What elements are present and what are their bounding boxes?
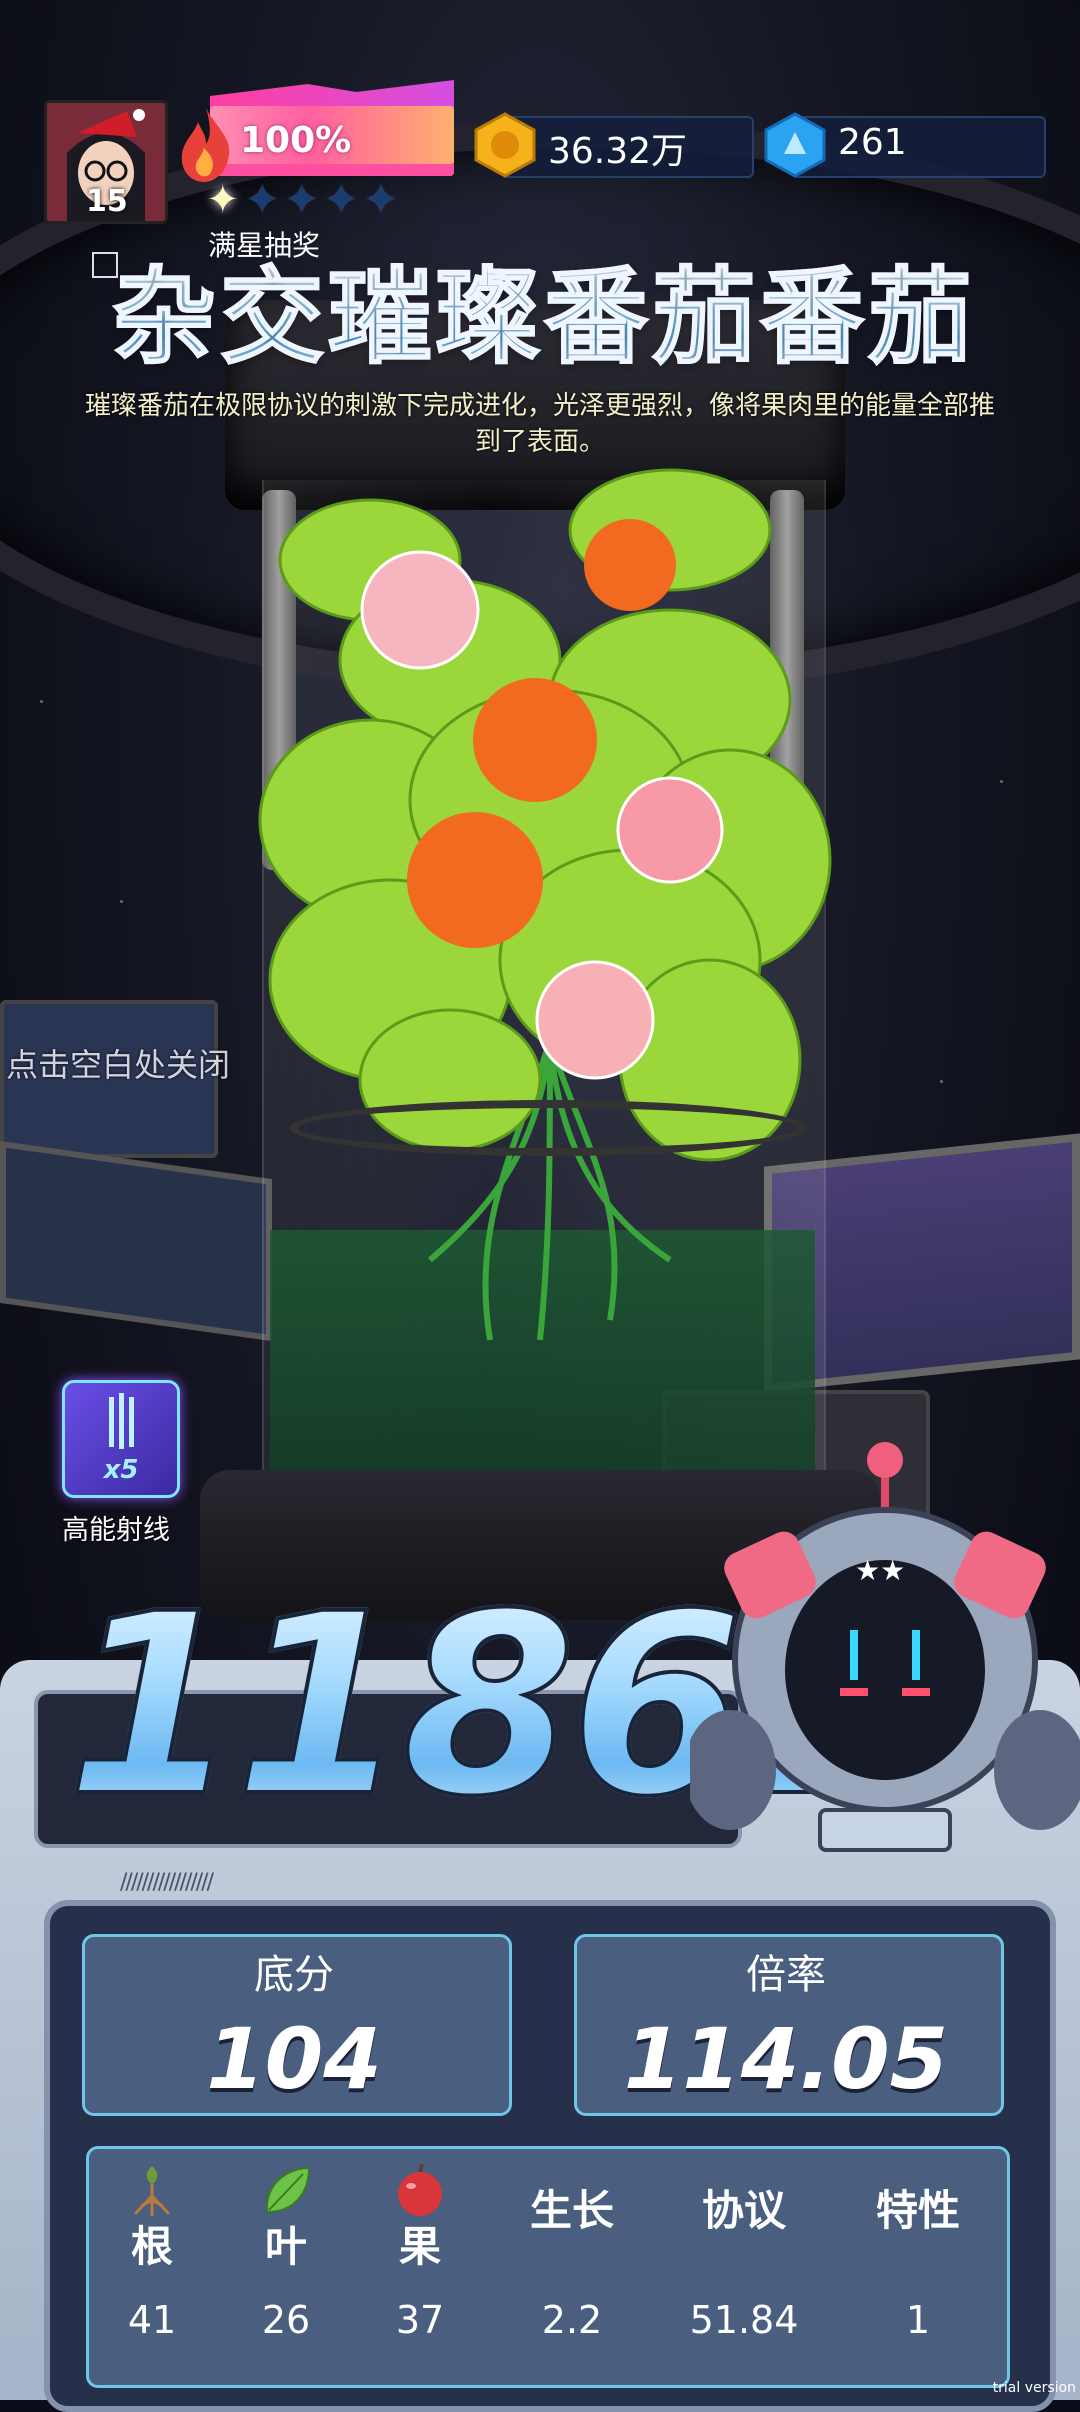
multiplier-value: 114.05 — [623, 2010, 949, 2108]
bg-star — [940, 1080, 943, 1083]
bg-star — [120, 900, 123, 903]
svg-text:★★: ★★ — [855, 1554, 905, 1587]
left-console-screen — [0, 1140, 272, 1342]
laser-icon — [109, 1393, 134, 1449]
attribute-trait: 特性 — [858, 2184, 978, 2238]
fire-icon — [181, 108, 230, 182]
gold-amount: 36.32万 — [548, 131, 688, 172]
attribute-fruit: 果 — [360, 2160, 480, 2274]
attribute-value: 1 — [905, 2298, 931, 2342]
attribute-label: 果 — [398, 2222, 441, 2271]
leaf-icon — [265, 2166, 311, 2214]
star-icon-filled: ✦ — [206, 177, 240, 223]
attribute-value: 2.2 — [541, 2298, 603, 2342]
robot-mascot-icon: ★★ — [690, 1442, 1080, 1852]
attribute-label: 协议 — [701, 2186, 786, 2235]
attribute-label: 叶 — [264, 2222, 307, 2271]
fruit-icon — [398, 2163, 442, 2216]
multiplier-label: 倍率 — [746, 1952, 826, 1998]
panel-stripes: ///////////////// — [120, 1870, 214, 1895]
skill-label: 高能射线 — [62, 1515, 170, 1546]
star-icon-empty: ✦ — [245, 177, 280, 223]
attribute-label: 根 — [130, 2222, 173, 2271]
plant-description: 璀璨番茄在极限协议的刺激下完成进化，光泽更强烈，像将果肉里的能量全部推到了表面。 — [84, 391, 995, 457]
attribute-value: 37 — [395, 2298, 445, 2342]
plant-title: 杂交璀璨番茄番茄 — [111, 232, 992, 383]
energy-percent: 100% — [240, 120, 352, 161]
attribute-value: 26 — [261, 2298, 311, 2342]
attribute-label: 生长 — [529, 2186, 614, 2235]
star-icon-empty: ✦ — [364, 177, 398, 223]
attribute-label: 特性 — [875, 2186, 960, 2235]
blue-gem-icon — [764, 112, 826, 178]
star-rating[interactable]: ✦ ✦ ✦ ✦ ✦ — [206, 178, 398, 222]
attribute-leaf: 叶 — [226, 2160, 346, 2274]
skill-multiplier: x5 — [103, 1455, 139, 1485]
attribute-value: 51.84 — [689, 2298, 799, 2342]
root-icon — [133, 2166, 171, 2216]
star-icon-empty: ✦ — [285, 177, 319, 223]
base-score-value: 104 — [206, 2010, 382, 2108]
bg-star — [40, 700, 43, 703]
attribute-root: 根 — [92, 2160, 212, 2274]
gem-amount: 261 — [838, 122, 907, 163]
tomato-plant-image — [258, 468, 832, 1341]
attributes-box — [86, 2146, 1010, 2388]
watermark: trial version — [992, 2380, 1076, 2396]
bg-star — [1000, 780, 1003, 783]
close-hint[interactable]: 点击空白处关闭 — [6, 1040, 230, 1086]
attribute-value: 41 — [127, 2298, 177, 2342]
base-score-label: 底分 — [254, 1952, 334, 1998]
skill-button[interactable]: x5 — [62, 1380, 180, 1498]
attribute-protocol: 协议 — [684, 2184, 804, 2238]
gold-coin-icon — [474, 112, 536, 178]
star-icon-empty: ✦ — [324, 177, 359, 223]
attribute-growth: 生长 — [512, 2184, 632, 2238]
player-level: 15 — [86, 184, 128, 219]
plant-support-ring — [290, 1100, 806, 1156]
gem-currency-box[interactable] — [792, 116, 1046, 178]
